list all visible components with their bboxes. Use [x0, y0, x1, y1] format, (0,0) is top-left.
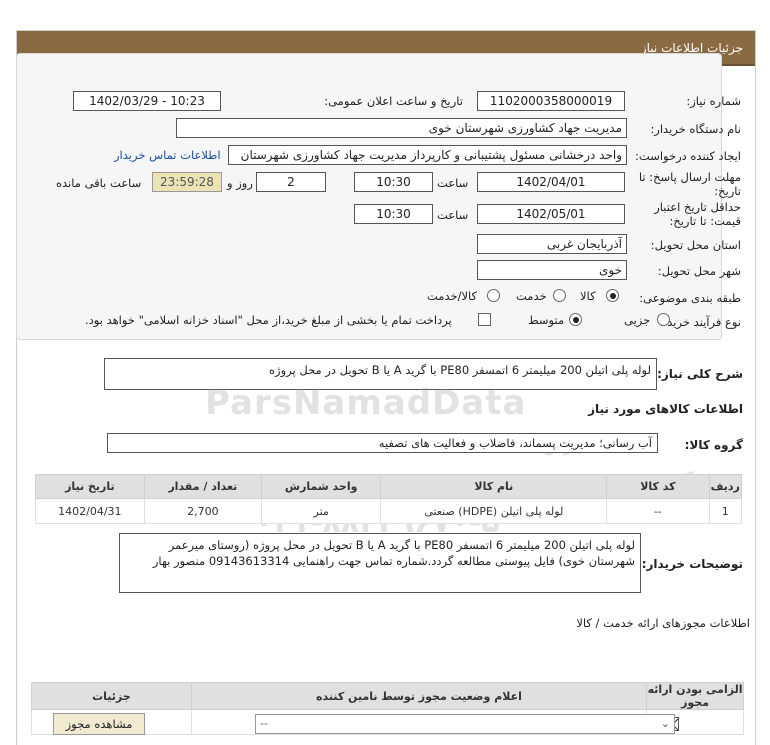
requester-label: ایجاد کننده درخواست:: [635, 149, 741, 163]
announce-date-field: 1402/03/29 - 10:23: [73, 91, 221, 111]
treasury-payment-checkbox[interactable]: [478, 313, 491, 326]
validity-time-label: ساعت: [437, 208, 469, 222]
validity-time-field: 10:30: [354, 204, 433, 224]
buyer-contact-link[interactable]: اطلاعات تماس خریدار: [114, 148, 221, 162]
col-name: نام کالا: [380, 474, 608, 499]
buyer-label: نام دستگاه خریدار:: [650, 122, 741, 136]
time-remaining-label: ساعت باقی مانده: [56, 176, 142, 190]
goods-table-header: ردیف کد کالا نام کالا واحد شمارش تعداد /…: [35, 474, 742, 499]
process-radio-minor[interactable]: [657, 313, 670, 326]
validity-label-date: قیمت: تا تاریخ:: [669, 214, 741, 228]
category-option-goods-service: کالا/خدمت: [427, 289, 478, 303]
city-field: خوی: [477, 260, 627, 280]
table-row: 1 -- لوله پلی اتیلن (HDPE) صنعتی متر 2,7…: [35, 498, 742, 524]
goods-group-field: آب رسانی؛ مدیریت پسماند، فاضلاب و فعالیت…: [107, 433, 658, 453]
requester-field: واحد درخشانی مسئول پشتیبانی و کارپرداز م…: [228, 145, 627, 165]
cell-qty: 2,700: [143, 498, 262, 524]
process-label: نوع فرآیند خرید :: [659, 315, 741, 329]
col-code: کد کالا: [606, 474, 710, 499]
need-number-label: شماره نیاز:: [686, 94, 741, 108]
need-number-field: 1102000358000019: [477, 91, 625, 111]
col-row: ردیف: [708, 474, 742, 499]
goods-section-title: اطلاعات کالاهای مورد نیاز: [588, 402, 743, 416]
cell-unit: متر: [260, 498, 382, 524]
process-radio-medium[interactable]: [569, 313, 582, 326]
summary-label: شرح کلی نیاز:: [657, 367, 743, 381]
province-field: آذربایجان غربی: [477, 234, 627, 254]
permits-table-header: الزامی بودن ارائه مجوز اعلام وضعیت مجوز …: [31, 682, 744, 710]
deadline-label: مهلت ارسال پاسخ: تا: [638, 170, 741, 184]
col-permit-required: الزامی بودن ارائه مجوز: [646, 682, 744, 710]
buyer-field: مدیریت جهاد کشاورزی شهرستان خوی: [176, 118, 627, 138]
col-date: تاریخ نیاز: [35, 474, 145, 499]
view-permit-button[interactable]: مشاهده مجوز: [53, 713, 145, 735]
category-label: طبقه بندی موضوعی:: [639, 291, 741, 305]
days-remaining-field: 2: [256, 172, 326, 192]
deadline-label-date: تاریخ:: [714, 184, 741, 198]
col-permit-details: جزئیات: [31, 682, 192, 710]
permit-status-select[interactable]: -- ⌄: [255, 714, 675, 734]
deadline-date-field: 1402/04/01: [477, 172, 625, 192]
cell-date: 1402/04/31: [35, 498, 145, 524]
deadline-time-field: 10:30: [354, 172, 433, 192]
col-qty: تعداد / مقدار: [143, 474, 262, 499]
category-radio-goods-service[interactable]: [487, 289, 500, 302]
col-unit: واحد شمارش: [260, 474, 382, 499]
validity-label: حداقل تاریخ اعتبار: [654, 200, 741, 214]
category-option-service: خدمت: [516, 289, 547, 303]
cell-code: --: [606, 498, 710, 524]
permits-section-title: اطلاعات مجوزهای ارائه خدمت / کالا: [576, 616, 750, 630]
process-option-minor: جزیی: [624, 313, 651, 327]
summary-field: لوله پلی اتیلن 200 میلیمتر 6 اتمسفر PE80…: [104, 358, 657, 390]
col-permit-status: اعلام وضعیت مجوز توسط نامین کننده: [190, 682, 648, 710]
permit-status-value: --: [260, 717, 268, 730]
time-remaining-field: 23:59:28: [152, 172, 222, 192]
validity-date-field: 1402/05/01: [477, 204, 625, 224]
category-radio-goods[interactable]: [606, 289, 619, 302]
deadline-time-label: ساعت: [437, 176, 469, 190]
cell-name: لوله پلی اتیلن (HDPE) صنعتی: [380, 498, 608, 524]
category-radio-service[interactable]: [553, 289, 566, 302]
days-label: روز و: [227, 176, 253, 190]
buyer-notes-label: توضیحات خریدار:: [641, 557, 743, 571]
treasury-payment-note: پرداخت تمام یا بخشی از مبلغ خرید،از محل …: [85, 313, 452, 327]
goods-table: ردیف کد کالا نام کالا واحد شمارش تعداد /…: [35, 474, 742, 524]
process-option-medium: متوسط: [528, 313, 565, 327]
chevron-down-icon: ⌄: [660, 717, 670, 730]
category-option-goods: کالا: [580, 289, 596, 303]
buyer-notes-field: لوله پلی اتیلن 200 میلیمتر 6 اتمسفر PE80…: [119, 533, 641, 593]
cell-row: 1: [708, 498, 742, 524]
announce-label: تاریخ و ساعت اعلان عمومی:: [324, 94, 463, 108]
city-label: شهر محل تحویل:: [657, 264, 741, 278]
province-label: استان محل تحویل:: [650, 238, 741, 252]
goods-group-label: گروه کالا:: [684, 438, 743, 452]
